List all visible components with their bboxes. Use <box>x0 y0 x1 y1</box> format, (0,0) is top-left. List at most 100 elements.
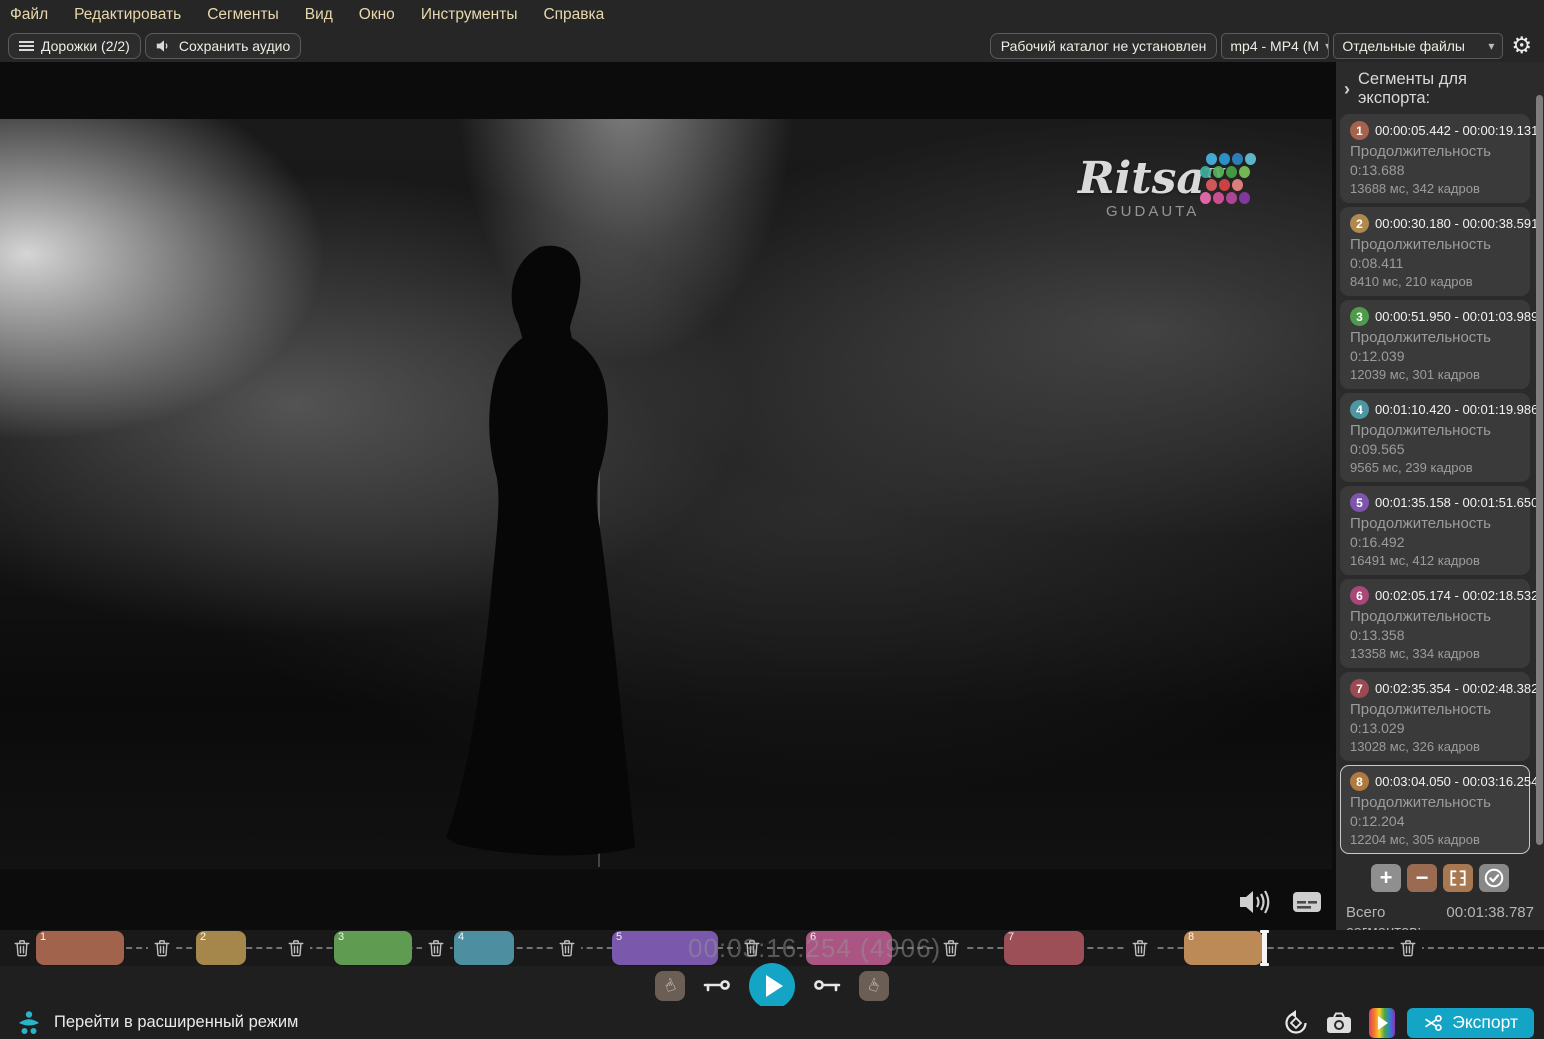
segments-sidebar: › Сегменты для экспорта: 1 00:00:05.442 … <box>1336 62 1544 930</box>
minus-icon: − <box>1416 867 1429 889</box>
output-mode-select[interactable]: Отдельные файлы ▾ <box>1333 33 1503 59</box>
segment-time-range: 00:00:51.950 - 00:01:03.989 <box>1375 309 1538 324</box>
save-audio-label: Сохранить аудио <box>179 38 290 54</box>
delete-segment-button[interactable] <box>148 935 176 961</box>
segment-card[interactable]: 6 00:02:05.174 - 00:02:18.532 Продолжите… <box>1340 579 1530 668</box>
segment-duration-value: 0:12.204 <box>1350 813 1520 829</box>
gear-icon[interactable]: ⚙ <box>1511 35 1532 58</box>
video-player[interactable]: RitsaTV GUDAUTA <box>0 119 1332 869</box>
rotate-icon[interactable] <box>1283 1010 1309 1036</box>
segment-details: 8410 мс, 210 кадров <box>1350 274 1520 289</box>
delete-segment-button[interactable] <box>553 935 581 961</box>
menu-item[interactable]: Файл <box>10 6 48 24</box>
menu-item[interactable]: Редактировать <box>74 6 181 24</box>
segment-number-badge: 3 <box>1350 307 1369 326</box>
sidebar-scrollbar[interactable] <box>1536 95 1543 845</box>
segment-card[interactable]: 7 00:02:35.354 - 00:02:48.382 Продолжите… <box>1340 672 1530 761</box>
timeline-segment[interactable]: 7 <box>1004 931 1084 965</box>
segment-card[interactable]: 1 00:00:05.442 - 00:00:19.131 Продолжите… <box>1340 114 1530 203</box>
segment-duration-value: 0:13.358 <box>1350 627 1520 643</box>
timeline-segment[interactable]: 2 <box>196 931 246 965</box>
seek-previous-keyframe-button[interactable] <box>703 978 731 994</box>
segment-number-badge: 2 <box>1350 214 1369 233</box>
menu-item[interactable]: Окно <box>359 6 395 24</box>
delete-segment-button[interactable] <box>1126 935 1154 961</box>
segment-time-range: 00:01:35.158 - 00:01:51.650 <box>1375 495 1538 510</box>
select-segments-button[interactable] <box>1479 864 1509 892</box>
segment-card[interactable]: 3 00:00:51.950 - 00:01:03.989 Продолжите… <box>1340 300 1530 389</box>
timeline[interactable]: 1 2 3 4 5 6 7 8 00:03:16.254 (4906) <box>0 930 1544 966</box>
segment-card[interactable]: 5 00:01:35.158 - 00:01:51.650 Продолжите… <box>1340 486 1530 575</box>
timeline-segment-number: 3 <box>338 931 344 943</box>
output-format-select[interactable]: mp4 - MP4 (M ▾ <box>1221 33 1329 59</box>
delete-segment-button[interactable] <box>1394 935 1422 961</box>
trash-icon <box>1131 938 1149 958</box>
trash-icon <box>942 938 960 958</box>
segments-header: › Сегменты для экспорта: <box>1336 62 1544 114</box>
segment-card[interactable]: 4 00:01:10.420 - 00:01:19.986 Продолжите… <box>1340 393 1530 482</box>
segment-details: 12204 мс, 305 кадров <box>1350 832 1520 847</box>
plus-icon: + <box>1380 867 1393 889</box>
tracks-button-label: Дорожки (2/2) <box>41 38 130 54</box>
segments-list: 1 00:00:05.442 - 00:00:19.131 Продолжите… <box>1336 114 1544 854</box>
segment-duration-value: 0:08.411 <box>1350 255 1520 271</box>
timeline-segment[interactable]: 4 <box>454 931 514 965</box>
delete-segment-button[interactable] <box>422 935 450 961</box>
capture-frame-icon[interactable] <box>1325 1011 1353 1035</box>
trash-icon <box>427 938 445 958</box>
subtitles-icon[interactable] <box>1292 890 1322 914</box>
segment-actions: + − <box>1336 858 1544 896</box>
menu-item[interactable]: Сегменты <box>207 6 279 24</box>
add-segment-button[interactable]: + <box>1371 864 1401 892</box>
timeline-segment-number: 1 <box>40 931 46 943</box>
segment-time-range: 00:02:35.354 - 00:02:48.382 <box>1375 681 1538 696</box>
segment-time-range: 00:00:05.442 - 00:00:19.131 <box>1375 123 1538 138</box>
bottom-bar: Перейти в расширенный режим <box>0 1006 1544 1039</box>
segment-card[interactable]: 2 00:00:30.180 - 00:00:38.591 Продолжите… <box>1340 207 1530 296</box>
timeline-segment[interactable]: 3 <box>334 931 412 965</box>
segment-duration-value: 0:13.688 <box>1350 162 1520 178</box>
menu-bar: Файл Редактировать Сегменты Вид Окно Инструме… <box>0 0 1544 30</box>
export-preview-button[interactable] <box>1369 1008 1395 1038</box>
set-cut-start-button[interactable]: ☝ <box>655 971 685 1001</box>
timeline-segment[interactable]: 1 <box>36 931 124 965</box>
export-button[interactable]: Экспорт <box>1407 1008 1534 1038</box>
hand-right-icon: ☝ <box>865 975 882 997</box>
tracks-button[interactable]: Дорожки (2/2) <box>8 33 141 59</box>
segment-number-badge: 5 <box>1350 493 1369 512</box>
segment-number-badge: 8 <box>1350 772 1369 791</box>
save-audio-button[interactable]: Сохранить аудио <box>145 33 301 59</box>
menu-item[interactable]: Инструменты <box>421 6 518 24</box>
delete-segment-button[interactable] <box>8 935 36 961</box>
timecode-overlay: 00:03:16.254 (4906) <box>688 933 941 964</box>
segment-duration-label: Продолжительность <box>1350 422 1520 439</box>
volume-icon[interactable] <box>1238 888 1272 916</box>
scissors-icon <box>1423 1013 1443 1033</box>
segment-duration-label: Продолжительность <box>1350 608 1520 625</box>
segment-duration-value: 0:12.039 <box>1350 348 1520 364</box>
working-dir-button[interactable]: Рабочий каталог не установлен <box>990 33 1218 59</box>
working-dir-label: Рабочий каталог не установлен <box>1001 38 1207 54</box>
menu-item[interactable]: Справка <box>543 6 604 24</box>
timeline-segment[interactable]: 8 <box>1184 931 1263 965</box>
segment-card[interactable]: 8 00:03:04.050 - 00:03:16.254 Продолжите… <box>1340 765 1530 854</box>
singer-silhouette <box>430 237 690 869</box>
remove-segment-button[interactable]: − <box>1407 864 1437 892</box>
advanced-mode-toggle[interactable]: Перейти в расширенный режим <box>8 1010 298 1036</box>
seek-next-keyframe-button[interactable] <box>813 978 841 994</box>
segment-number-badge: 1 <box>1350 121 1369 140</box>
invert-segments-button[interactable] <box>1443 864 1473 892</box>
watermark-city: GUDAUTA <box>1106 203 1248 220</box>
timeline-segment-number: 7 <box>1008 931 1014 943</box>
play-icon <box>1378 1016 1388 1030</box>
playhead[interactable] <box>1262 930 1267 966</box>
play-button[interactable] <box>749 963 795 1009</box>
caret-down-icon: ▾ <box>1325 39 1329 53</box>
chevron-right-icon[interactable]: › <box>1344 79 1350 100</box>
segment-number-badge: 7 <box>1350 679 1369 698</box>
menu-item[interactable]: Вид <box>305 6 333 24</box>
set-cut-end-button[interactable]: ☝ <box>859 971 889 1001</box>
delete-segment-button[interactable] <box>282 935 310 961</box>
trash-icon <box>1399 938 1417 958</box>
video-area: RitsaTV GUDAUTA <box>0 62 1336 930</box>
